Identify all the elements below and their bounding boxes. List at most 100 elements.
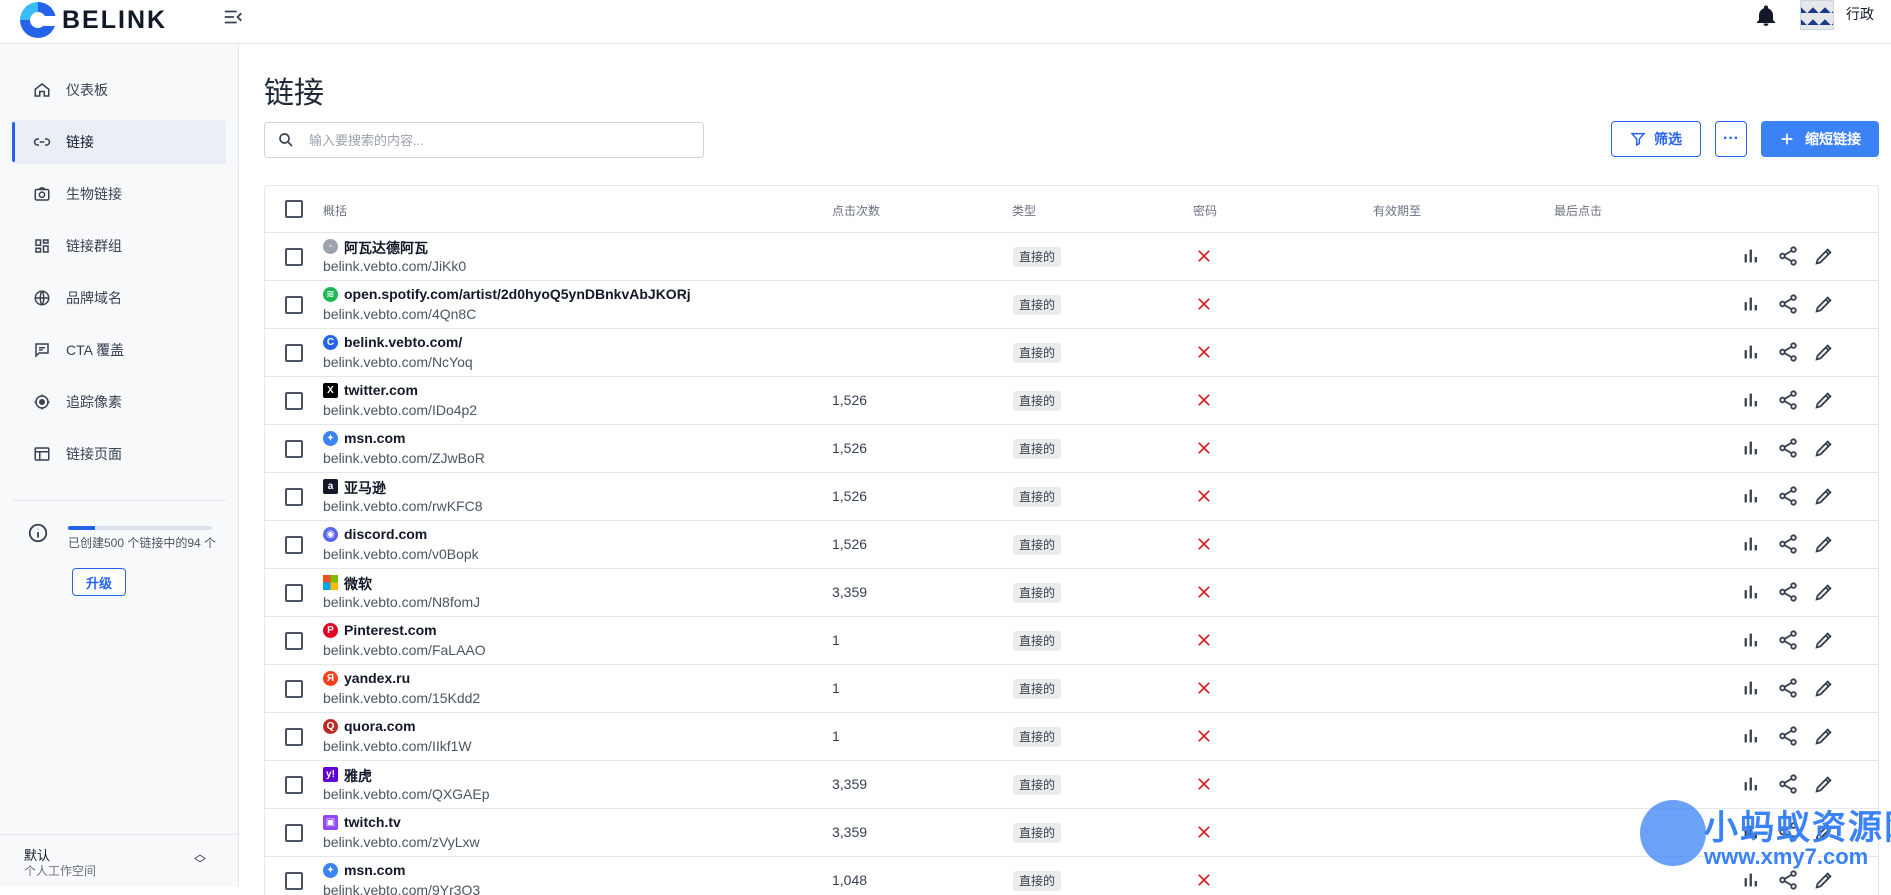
link-title[interactable]: twitter.com (344, 382, 418, 398)
header-last-click[interactable]: 最后点击 (1554, 202, 1602, 219)
row-checkbox[interactable] (285, 632, 303, 650)
link-title[interactable]: quora.com (344, 718, 416, 734)
row-checkbox[interactable] (285, 776, 303, 794)
filter-button[interactable]: 筛选 (1611, 121, 1701, 157)
edit-pencil-icon[interactable] (1813, 869, 1837, 893)
edit-pencil-icon[interactable] (1813, 773, 1837, 797)
sidebar-item-bio-links[interactable]: 生物链接 (12, 172, 226, 216)
share-icon[interactable] (1777, 437, 1801, 461)
table-row[interactable]: ≋ open.spotify.com/artist/2d0hyoQ5ynDBnk… (265, 281, 1878, 329)
table-row[interactable]: Я yandex.ru belink.vebto.com/15Kdd2 1 直接… (265, 665, 1878, 713)
stats-icon[interactable] (1740, 245, 1764, 269)
more-options-button[interactable]: ··· (1715, 121, 1747, 157)
link-short-url[interactable]: belink.vebto.com/4Qn8C (323, 306, 476, 322)
table-row[interactable]: 微软 belink.vebto.com/N8fomJ 3,359 直接的 (265, 569, 1878, 617)
sidebar-item-links[interactable]: 链接 (12, 120, 226, 164)
table-row[interactable]: ◦ 阿瓦达德阿瓦 belink.vebto.com/JiKk0 直接的 (265, 233, 1878, 281)
row-checkbox[interactable] (285, 344, 303, 362)
stats-icon[interactable] (1740, 341, 1764, 365)
brand-logo[interactable]: BELINK (20, 2, 167, 38)
header-password[interactable]: 密码 (1193, 202, 1217, 219)
stats-icon[interactable] (1740, 725, 1764, 749)
share-icon[interactable] (1777, 293, 1801, 317)
row-checkbox[interactable] (285, 872, 303, 890)
link-title[interactable]: open.spotify.com/artist/2d0hyoQ5ynDBnkvA… (344, 286, 691, 302)
row-checkbox[interactable] (285, 728, 303, 746)
stats-icon[interactable] (1740, 773, 1764, 797)
header-clicks[interactable]: 点击次数 (832, 202, 880, 219)
link-short-url[interactable]: belink.vebto.com/rwKFC8 (323, 498, 483, 514)
link-short-url[interactable]: belink.vebto.com/IIkf1W (323, 738, 472, 754)
sidebar-item-link-pages[interactable]: 链接页面 (12, 432, 226, 476)
share-icon[interactable] (1777, 485, 1801, 509)
share-icon[interactable] (1777, 677, 1801, 701)
row-checkbox[interactable] (285, 536, 303, 554)
edit-pencil-icon[interactable] (1813, 245, 1837, 269)
search-box[interactable] (264, 122, 704, 158)
link-title[interactable]: 亚马逊 (344, 478, 386, 498)
table-row[interactable]: C belink.vebto.com/ belink.vebto.com/NcY… (265, 329, 1878, 377)
link-short-url[interactable]: belink.vebto.com/15Kdd2 (323, 690, 480, 706)
stats-icon[interactable] (1740, 437, 1764, 461)
stats-icon[interactable] (1740, 389, 1764, 413)
edit-pencil-icon[interactable] (1813, 677, 1837, 701)
link-short-url[interactable]: belink.vebto.com/FaLAAO (323, 642, 486, 658)
upgrade-button[interactable]: 升级 (72, 568, 126, 596)
table-row[interactable]: X twitter.com belink.vebto.com/IDo4p2 1,… (265, 377, 1878, 425)
edit-pencil-icon[interactable] (1813, 485, 1837, 509)
table-row[interactable]: P Pinterest.com belink.vebto.com/FaLAAO … (265, 617, 1878, 665)
edit-pencil-icon[interactable] (1813, 629, 1837, 653)
share-icon[interactable] (1777, 389, 1801, 413)
shorten-link-button[interactable]: 缩短链接 (1761, 121, 1879, 157)
link-short-url[interactable]: belink.vebto.com/IDo4p2 (323, 402, 477, 418)
link-title[interactable]: discord.com (344, 526, 427, 542)
link-short-url[interactable]: belink.vebto.com/v0Bopk (323, 546, 479, 562)
link-title[interactable]: 雅虎 (344, 766, 372, 786)
stats-icon[interactable] (1740, 677, 1764, 701)
row-checkbox[interactable] (285, 680, 303, 698)
sidebar-item-tracking-pixels[interactable]: 追踪像素 (12, 380, 226, 424)
share-icon[interactable] (1777, 341, 1801, 365)
table-row[interactable]: a 亚马逊 belink.vebto.com/rwKFC8 1,526 直接的 (265, 473, 1878, 521)
sidebar-item-brand-domains[interactable]: 品牌域名 (12, 276, 226, 320)
edit-pencil-icon[interactable] (1813, 437, 1837, 461)
table-row[interactable]: ▣ twitch.tv belink.vebto.com/zVyLxw 3,35… (265, 809, 1878, 857)
sidebar-item-cta-overlays[interactable]: CTA 覆盖 (12, 328, 226, 372)
table-row[interactable]: ◉ discord.com belink.vebto.com/v0Bopk 1,… (265, 521, 1878, 569)
share-icon[interactable] (1777, 533, 1801, 557)
row-checkbox[interactable] (285, 488, 303, 506)
row-checkbox[interactable] (285, 296, 303, 314)
row-checkbox[interactable] (285, 248, 303, 266)
link-title[interactable]: Pinterest.com (344, 622, 437, 638)
link-title[interactable]: yandex.ru (344, 670, 410, 686)
user-avatar[interactable] (1800, 0, 1834, 30)
select-all-checkbox[interactable] (285, 200, 303, 218)
link-short-url[interactable]: belink.vebto.com/N8fomJ (323, 594, 480, 610)
link-short-url[interactable]: belink.vebto.com/JiKk0 (323, 258, 466, 274)
link-title[interactable]: twitch.tv (344, 814, 401, 830)
share-icon[interactable] (1777, 245, 1801, 269)
stats-icon[interactable] (1740, 485, 1764, 509)
stats-icon[interactable] (1740, 581, 1764, 605)
edit-pencil-icon[interactable] (1813, 533, 1837, 557)
link-short-url[interactable]: belink.vebto.com/zVyLxw (323, 834, 480, 850)
search-input[interactable] (309, 132, 669, 148)
stats-icon[interactable] (1740, 533, 1764, 557)
edit-pencil-icon[interactable] (1813, 341, 1837, 365)
share-icon[interactable] (1777, 581, 1801, 605)
table-row[interactable]: ✦ msn.com belink.vebto.com/9Yr3O3 1,048 … (265, 857, 1878, 895)
sidebar-item-dashboard[interactable]: 仪表板 (12, 68, 226, 112)
link-short-url[interactable]: belink.vebto.com/ZJwBoR (323, 450, 485, 466)
stats-icon[interactable] (1740, 293, 1764, 317)
link-short-url[interactable]: belink.vebto.com/QXGAEp (323, 786, 490, 802)
notifications-bell-icon[interactable] (1754, 4, 1780, 30)
header-expires[interactable]: 有效期至 (1373, 202, 1421, 219)
link-title[interactable]: msn.com (344, 862, 405, 878)
share-icon[interactable] (1777, 821, 1801, 845)
table-row[interactable]: y! 雅虎 belink.vebto.com/QXGAEp 3,359 直接的 (265, 761, 1878, 809)
row-checkbox[interactable] (285, 584, 303, 602)
share-icon[interactable] (1777, 629, 1801, 653)
menu-collapse-icon[interactable] (220, 4, 246, 30)
header-type[interactable]: 类型 (1012, 202, 1036, 219)
stats-icon[interactable] (1740, 821, 1764, 845)
